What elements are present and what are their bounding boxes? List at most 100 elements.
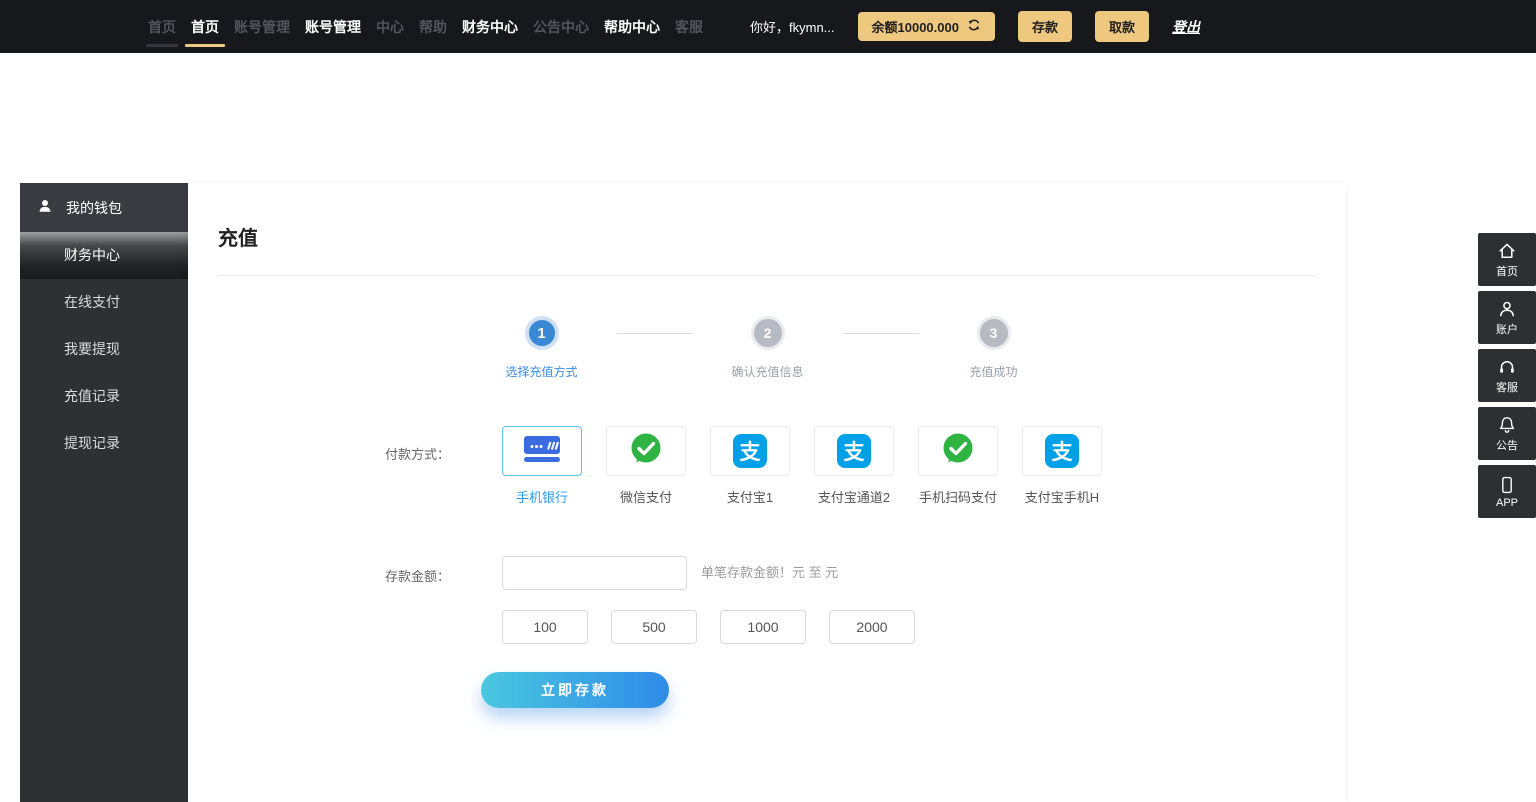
quick-amount-2000[interactable]: 2000 [829, 610, 915, 644]
payment-method-alipay-channel-2[interactable]: 支 支付宝通道2 [814, 426, 894, 506]
recharge-card: 充值 1 选择充值方式 2 确认充值信息 3 充值成功 付款方式： [188, 183, 1345, 802]
payment-method-row: 付款方式： 手机银行 [218, 426, 1317, 506]
step-2-circle: 2 [751, 316, 785, 350]
toolbar-home[interactable]: 首页 [1478, 233, 1536, 286]
balance-amount: 余额10000.000 [872, 17, 959, 36]
toolbar-announcements[interactable]: 公告 [1478, 407, 1536, 460]
nav-ghost-center: 中心 [376, 0, 404, 53]
quick-amount-1000[interactable]: 1000 [720, 610, 806, 644]
user-icon [1497, 299, 1517, 319]
toolbar-support[interactable]: 客服 [1478, 349, 1536, 402]
deposit-now-button[interactable]: 立即存款 [481, 672, 669, 708]
step-choose-method: 1 选择充值方式 [467, 316, 617, 380]
user-greeting: 你好，fkymn... [750, 17, 835, 36]
toolbar-label: 首页 [1496, 263, 1518, 279]
sidebar-item-online-payment[interactable]: 在线支付 [20, 279, 188, 326]
payment-method-box: 支 [814, 426, 894, 476]
alipay-icon: 支 [733, 434, 767, 468]
step-1-label: 选择充值方式 [505, 363, 577, 380]
headset-icon [1497, 357, 1517, 377]
submit-row: 立即存款 [218, 672, 1317, 708]
payment-method-box [918, 426, 998, 476]
quick-amount-row: 100 500 1000 2000 [218, 610, 1317, 644]
nav-ghost-service: 客服 [675, 0, 703, 53]
page-title: 充值 [218, 222, 1317, 251]
step-success: 3 充值成功 [919, 316, 1069, 380]
step-1-circle: 1 [525, 316, 559, 350]
sidebar-header-label: 我的钱包 [66, 198, 122, 218]
nav-ghost-help: 帮助 [419, 0, 447, 53]
title-divider [218, 275, 1317, 276]
payment-method-name: 支付宝1 [727, 487, 773, 506]
payment-method-mobile-scan[interactable]: 手机扫码支付 [918, 426, 998, 506]
deposit-amount-label: 存款金额： [218, 556, 450, 585]
logout-link[interactable]: 登出 [1172, 17, 1200, 37]
bell-icon [1497, 415, 1517, 435]
toolbar-label: 账户 [1496, 321, 1518, 337]
payment-method-box [502, 426, 582, 476]
step-3-label: 充值成功 [969, 363, 1017, 380]
deposit-button[interactable]: 存款 [1018, 11, 1072, 42]
wechat-pay-icon [628, 431, 664, 472]
main-area: 我的钱包 财务中心 在线支付 我要提现 充值记录 提现记录 充值 1 选择充值方… [20, 183, 1536, 802]
sidebar-header-my-wallet[interactable]: 我的钱包 [20, 183, 188, 232]
step-2-label: 确认充值信息 [731, 363, 803, 380]
alipay-icon: 支 [837, 434, 871, 468]
deposit-amount-input[interactable] [502, 556, 687, 590]
sidebar-item-withdraw-records[interactable]: 提现记录 [20, 420, 188, 467]
step-connector [617, 333, 693, 334]
toolbar-label: 公告 [1496, 437, 1518, 453]
quick-amount-100[interactable]: 100 [502, 610, 588, 644]
alipay-icon: 支 [1045, 434, 1079, 468]
step-3-circle: 3 [977, 316, 1011, 350]
topbar: 首页 首页 账号管理 账号管理 中心 帮助 财务中心 公告中心 帮助中心 客服 … [0, 0, 1536, 53]
floating-toolbar: 首页 账户 客服 公告 [1478, 233, 1536, 518]
sidebar-item-finance-center[interactable]: 财务中心 [20, 232, 188, 279]
balance-pill[interactable]: 余额10000.000 [858, 12, 995, 41]
quick-amount-500[interactable]: 500 [611, 610, 697, 644]
nav-item-home[interactable]: 首页 [191, 0, 219, 53]
home-icon [1497, 241, 1517, 261]
payment-method-alipay-1[interactable]: 支 支付宝1 [710, 426, 790, 506]
payment-method-box: 支 [1022, 426, 1102, 476]
nav-ghost-account: 账号管理 [234, 0, 290, 53]
payment-method-box: 支 [710, 426, 790, 476]
payment-method-name: 支付宝通道2 [818, 487, 890, 506]
wallet-sidebar: 我的钱包 财务中心 在线支付 我要提现 充值记录 提现记录 [20, 183, 188, 802]
step-confirm-info: 2 确认充值信息 [693, 316, 843, 380]
main-nav: 首页 首页 账号管理 账号管理 中心 帮助 财务中心 公告中心 帮助中心 客服 [148, 0, 703, 53]
bank-card-icon [522, 435, 562, 468]
toolbar-app[interactable]: APP [1478, 465, 1536, 518]
wechat-pay-icon [940, 431, 976, 472]
person-icon [37, 198, 53, 217]
nav-item-announcement-center[interactable]: 公告中心 [533, 0, 589, 53]
toolbar-label: APP [1496, 497, 1518, 509]
deposit-amount-row: 存款金额： 单笔存款金额！元 至 元 [218, 556, 1317, 590]
sidebar-item-recharge-records[interactable]: 充值记录 [20, 373, 188, 420]
deposit-amount-hint: 单笔存款金额！元 至 元 [701, 556, 838, 590]
refresh-balance-icon[interactable] [967, 18, 981, 35]
recharge-stepper: 1 选择充值方式 2 确认充值信息 3 充值成功 [218, 316, 1317, 380]
toolbar-label: 客服 [1496, 379, 1518, 395]
payment-methods: 手机银行 微信支付 [502, 426, 1102, 506]
payment-method-alipay-mobile-h[interactable]: 支 支付宝手机H [1022, 426, 1102, 506]
nav-item-help-center[interactable]: 帮助中心 [604, 0, 660, 53]
payment-method-wechat[interactable]: 微信支付 [606, 426, 686, 506]
payment-method-box [606, 426, 686, 476]
payment-method-name: 支付宝手机H [1025, 487, 1099, 506]
toolbar-account[interactable]: 账户 [1478, 291, 1536, 344]
nav-item-account-management[interactable]: 账号管理 [305, 0, 361, 53]
quick-amounts: 100 500 1000 2000 [502, 610, 915, 644]
step-connector [843, 333, 919, 334]
nav-item-finance-center[interactable]: 财务中心 [462, 0, 518, 53]
smartphone-icon [1497, 475, 1517, 495]
payment-method-name: 手机扫码支付 [919, 487, 997, 506]
payment-method-label: 付款方式： [218, 426, 450, 463]
sidebar-item-withdraw[interactable]: 我要提现 [20, 326, 188, 373]
payment-method-name: 手机银行 [516, 487, 568, 506]
payment-method-mobile-bank[interactable]: 手机银行 [502, 426, 582, 506]
payment-method-name: 微信支付 [620, 487, 672, 506]
user-cluster: 你好，fkymn... 余额10000.000 存款 取款 登出 [750, 11, 1200, 42]
nav-ghost-home: 首页 [148, 0, 176, 53]
withdraw-button[interactable]: 取款 [1095, 11, 1149, 42]
